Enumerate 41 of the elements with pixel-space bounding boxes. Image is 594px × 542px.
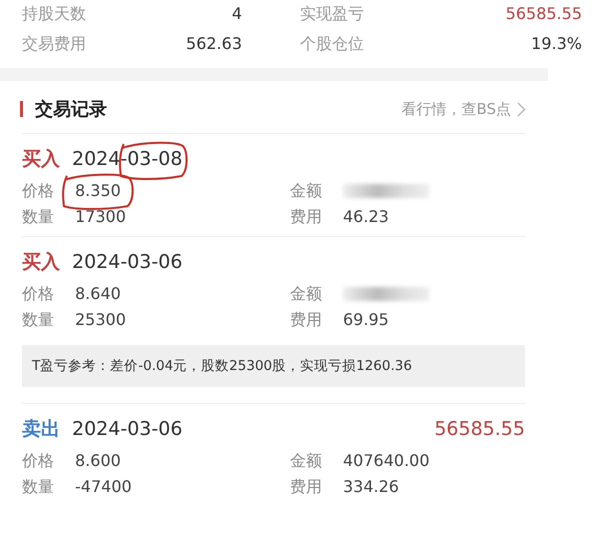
field-label: 费用 (290, 476, 323, 498)
field-label: 金额 (290, 283, 323, 305)
stat-value: 56585.55 (506, 3, 582, 25)
market-link[interactable]: 看行情，查BS点 (401, 100, 526, 118)
section-marker (20, 101, 23, 117)
chevron-icon (517, 102, 526, 116)
trade-date: 2024-03-06 (72, 418, 182, 440)
trade-type: 买入 (22, 250, 60, 275)
field-value: 69.95 (343, 309, 389, 331)
section-title: 交易记录 (35, 98, 107, 121)
field-label: 价格 (22, 450, 55, 472)
field-value: 46.23 (343, 206, 389, 228)
field-value: 17300 (75, 206, 126, 228)
profit-value: 56585.55 (434, 418, 525, 440)
field-value: 8.600 (75, 450, 121, 472)
field-label: 价格 (22, 180, 55, 202)
field-label: 数量 (22, 309, 55, 331)
stat-value: 19.3% (531, 33, 582, 55)
stat-value: 562.63 (186, 33, 242, 55)
field-value: 25300 (75, 309, 126, 331)
field-value: -47400 (75, 476, 132, 498)
field-value: 8.350 (75, 180, 121, 202)
trade-date: 2024-03-06 (72, 251, 182, 273)
field-label: 数量 (22, 476, 55, 498)
field-label: 金额 (290, 450, 323, 472)
field-label: 金额 (290, 180, 323, 202)
profit-note: T盈亏参考：差价-0.04元，股数25300股，实现亏损1260.36 (22, 345, 525, 387)
stat-label: 实现盈亏 (300, 3, 364, 25)
stat-label: 交易费用 (22, 33, 86, 55)
trade-type: 买入 (22, 147, 60, 172)
stat-label: 个股仓位 (300, 33, 364, 55)
field-label: 费用 (290, 309, 323, 331)
field-value: 407640.00 (343, 450, 430, 472)
stat-label: 持股天数 (22, 3, 86, 25)
stat-value: 4 (232, 3, 242, 25)
field-label: 价格 (22, 283, 55, 305)
field-value: 334.26 (343, 476, 399, 498)
field-label: 数量 (22, 206, 55, 228)
field-value: 8.640 (75, 283, 121, 305)
field-label: 费用 (290, 206, 323, 228)
trade-type: 卖出 (22, 417, 60, 442)
